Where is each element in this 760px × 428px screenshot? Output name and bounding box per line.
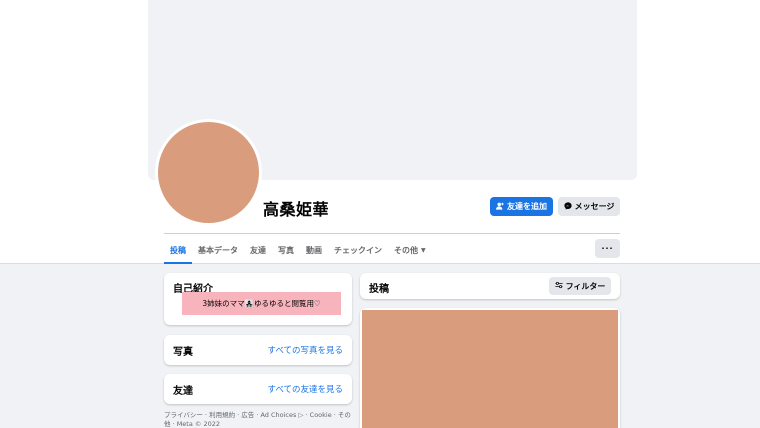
filter-button[interactable]: フィルター xyxy=(549,277,611,295)
tab-about[interactable]: 基本データ xyxy=(192,236,244,264)
tab-friends[interactable]: 友達 xyxy=(244,236,272,264)
messenger-icon xyxy=(563,201,572,212)
avatar[interactable] xyxy=(155,119,262,226)
message-button[interactable]: メッセージ xyxy=(558,197,620,216)
header-divider xyxy=(164,233,620,234)
more-dots-icon: ··· xyxy=(601,244,614,253)
posts-header-card: 投稿 フィルター xyxy=(360,273,620,299)
bio-text: 3姉妹のママ👩‍👧‍👧ゆるゆると閲覧用♡ xyxy=(182,292,341,315)
photos-card: 写真 すべての写真を見る xyxy=(164,335,352,365)
sliders-icon xyxy=(554,281,563,291)
footer-links[interactable]: プライバシー · 利用規約 · 広告 · Ad Choices ▷ · Cook… xyxy=(164,411,352,428)
tab-check-ins[interactable]: チェックイン xyxy=(328,236,388,264)
friends-title: 友達 xyxy=(173,386,193,397)
add-friend-button[interactable]: 友達を追加 xyxy=(490,197,553,216)
photos-title: 写真 xyxy=(173,347,193,358)
tab-photos[interactable]: 写真 xyxy=(272,236,300,264)
post-image[interactable] xyxy=(362,310,618,428)
see-all-friends-link[interactable]: すべての友達を見る xyxy=(267,383,343,395)
tab-posts[interactable]: 投稿 xyxy=(164,236,192,264)
tab-videos[interactable]: 動画 xyxy=(300,236,328,264)
more-options-button[interactable]: ··· xyxy=(595,239,620,258)
intro-card: 自己紹介 3姉妹のママ👩‍👧‍👧ゆるゆると閲覧用♡ xyxy=(164,273,352,325)
post-card xyxy=(360,308,620,428)
posts-title: 投稿 xyxy=(369,284,389,295)
add-friend-label: 友達を追加 xyxy=(507,202,547,211)
person-add-icon xyxy=(496,202,504,212)
profile-tabs: 投稿 基本データ 友達 写真 動画 チェックイン その他 ▼ xyxy=(164,236,432,264)
caret-down-icon: ▼ xyxy=(421,246,426,254)
friends-card: 友達 すべての友達を見る xyxy=(164,374,352,404)
profile-name: 高桑姫華 xyxy=(263,200,330,219)
message-label: メッセージ xyxy=(574,202,615,211)
tab-more[interactable]: その他 ▼ xyxy=(388,236,432,264)
see-all-photos-link[interactable]: すべての写真を見る xyxy=(267,344,343,356)
filter-label: フィルター xyxy=(565,281,606,291)
